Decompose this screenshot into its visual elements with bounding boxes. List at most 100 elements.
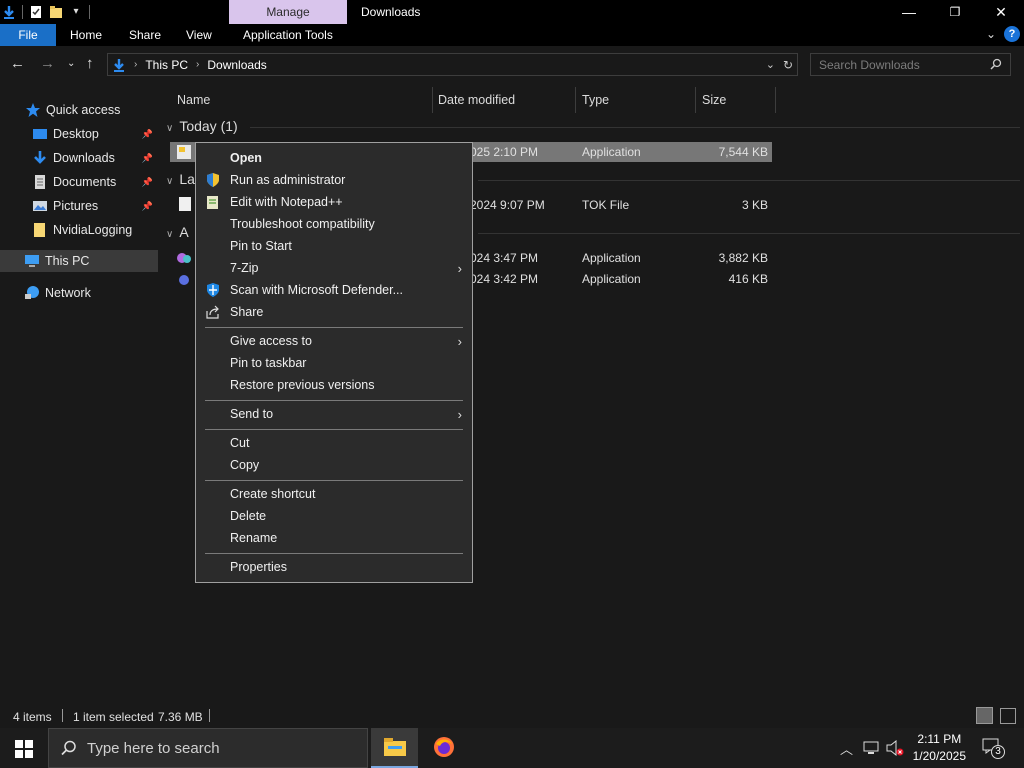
firefox-icon [433, 736, 455, 761]
details-view-icon[interactable] [976, 707, 993, 724]
help-icon[interactable]: ? [1004, 26, 1020, 42]
menu-item-pin-start[interactable]: Pin to Start [196, 235, 472, 257]
menu-item-create-shortcut[interactable]: Create shortcut [196, 483, 472, 505]
nav-item-this-pc[interactable]: This PC [0, 250, 158, 272]
navigation-pane: Quick access Desktop 📌 Downloads 📌 Docum… [0, 82, 158, 704]
menu-item-defender[interactable]: Scan with Microsoft Defender... [196, 279, 472, 301]
menu-item-properties[interactable]: Properties [196, 556, 472, 578]
breadcrumb-this-pc[interactable]: This PC [145, 58, 188, 72]
breadcrumb-downloads[interactable]: Downloads [207, 58, 266, 72]
nav-item-network[interactable]: Network [0, 282, 158, 304]
customize-toolbar-icon[interactable]: ▾ [69, 5, 83, 19]
nav-item-nvidialogging[interactable]: NvidiaLogging [0, 219, 158, 241]
group-header-a[interactable]: ∨ A [166, 224, 189, 240]
up-arrow-icon[interactable]: ↑ [86, 55, 94, 72]
menu-item-rename[interactable]: Rename [196, 527, 472, 549]
network-icon [24, 285, 40, 301]
clock[interactable]: 2:11 PM 1/20/2025 [913, 731, 966, 765]
taskbar-search-input[interactable]: Type here to search [48, 728, 368, 768]
breadcrumb-separator-icon: › [134, 59, 138, 70]
file-explorer-taskbar-button[interactable] [371, 728, 418, 768]
manage-context-tab[interactable]: Manage [229, 0, 347, 24]
menu-item-troubleshoot[interactable]: Troubleshoot compatibility [196, 213, 472, 235]
taskbar: Type here to search ︿ 2:11 PM 1/20/2025 … [0, 728, 1024, 768]
defender-shield-icon [205, 282, 221, 298]
close-button[interactable]: ✕ [978, 0, 1024, 24]
windows-start-icon[interactable] [15, 740, 33, 761]
menu-item-share[interactable]: Share [196, 301, 472, 323]
submenu-chevron-icon: › [457, 406, 462, 422]
uac-shield-icon [205, 172, 221, 188]
menu-item-give-access[interactable]: Give access to › [196, 330, 472, 352]
search-icon [61, 740, 77, 756]
cell-size: 7,544 KB [718, 145, 768, 159]
recent-locations-icon[interactable]: ⌄ [67, 58, 75, 69]
menu-item-delete[interactable]: Delete [196, 505, 472, 527]
nav-item-pictures[interactable]: Pictures 📌 [0, 195, 158, 217]
new-folder-icon[interactable] [49, 5, 63, 19]
nav-label: Desktop [53, 127, 99, 141]
forward-arrow-icon[interactable]: → [40, 55, 55, 72]
column-header-date[interactable]: Date modified [438, 87, 515, 113]
minimize-button[interactable]: — [886, 0, 932, 24]
back-arrow-icon[interactable]: ← [10, 55, 25, 72]
nav-item-quick-access[interactable]: Quick access [0, 99, 158, 121]
menu-item-copy[interactable]: Copy [196, 454, 472, 476]
menu-item-cut[interactable]: Cut [196, 432, 472, 454]
menu-label: Create shortcut [230, 487, 316, 501]
menu-item-edit-notepad[interactable]: Edit with Notepad++ [196, 191, 472, 213]
menu-label: Troubleshoot compatibility [230, 217, 375, 231]
pin-icon: 📌 [141, 128, 153, 139]
tab-view[interactable]: View [186, 24, 212, 46]
tab-file[interactable]: File [0, 24, 56, 46]
tab-home[interactable]: Home [70, 24, 102, 46]
volume-muted-icon[interactable] [886, 739, 904, 759]
refresh-icon[interactable]: ↻ [783, 58, 793, 72]
nav-item-desktop[interactable]: Desktop 📌 [0, 123, 158, 145]
status-bar: 4 items 1 item selected 7.36 MB [0, 704, 1024, 728]
menu-item-open[interactable]: Open [196, 147, 472, 169]
cell-type: Application [582, 251, 641, 265]
column-header-name[interactable]: Name [177, 87, 210, 113]
firefox-taskbar-button[interactable] [421, 728, 468, 768]
group-label: A [179, 224, 189, 240]
menu-label: Run as administrator [230, 173, 346, 187]
submenu-chevron-icon: › [457, 260, 462, 276]
pin-icon: 📌 [141, 176, 153, 187]
properties-icon[interactable] [29, 5, 43, 19]
search-input[interactable]: Search Downloads [810, 53, 1011, 76]
submenu-chevron-icon: › [457, 333, 462, 349]
group-header-last[interactable]: ∨ La [166, 171, 195, 187]
title-bar: ▾ Manage Downloads — ❐ ✕ [0, 0, 1024, 24]
menu-label: Copy [230, 458, 260, 472]
nav-item-documents[interactable]: Documents 📌 [0, 171, 158, 193]
nav-label: NvidiaLogging [53, 223, 133, 237]
menu-item-pin-taskbar[interactable]: Pin to taskbar [196, 352, 472, 374]
menu-item-7zip[interactable]: 7-Zip › [196, 257, 472, 279]
show-hidden-icons-icon[interactable]: ︿ [840, 739, 853, 758]
large-icons-view-icon[interactable] [1000, 708, 1016, 724]
collapse-chevron-icon: ∨ [166, 123, 174, 134]
menu-item-run-as-admin[interactable]: Run as administrator [196, 169, 472, 191]
address-dropdown-icon[interactable]: ⌄ [766, 58, 775, 71]
column-header-size[interactable]: Size [702, 87, 726, 113]
column-header-type[interactable]: Type [582, 87, 609, 113]
cell-type: TOK File [582, 198, 630, 212]
desktop-icon [32, 126, 48, 142]
pin-icon: 📌 [141, 200, 153, 211]
group-label: Today (1) [179, 118, 238, 134]
group-header-today[interactable]: ∨ Today (1) [166, 118, 238, 134]
expand-ribbon-icon[interactable]: ⌄ [986, 27, 996, 41]
notification-center-button[interactable]: 3 [982, 738, 1005, 759]
download-arrow-icon[interactable] [2, 5, 16, 19]
search-placeholder: Search Downloads [819, 57, 920, 72]
maximize-button[interactable]: ❐ [932, 0, 978, 24]
network-status-icon[interactable] [863, 741, 879, 758]
menu-label: Send to [230, 407, 274, 421]
menu-item-send-to[interactable]: Send to › [196, 403, 472, 425]
address-bar[interactable]: › This PC › Downloads ⌄ ↻ [107, 53, 798, 76]
tab-application-tools[interactable]: Application Tools [243, 24, 333, 46]
menu-item-restore-versions[interactable]: Restore previous versions [196, 374, 472, 396]
nav-item-downloads[interactable]: Downloads 📌 [0, 147, 158, 169]
tab-share[interactable]: Share [129, 24, 161, 46]
